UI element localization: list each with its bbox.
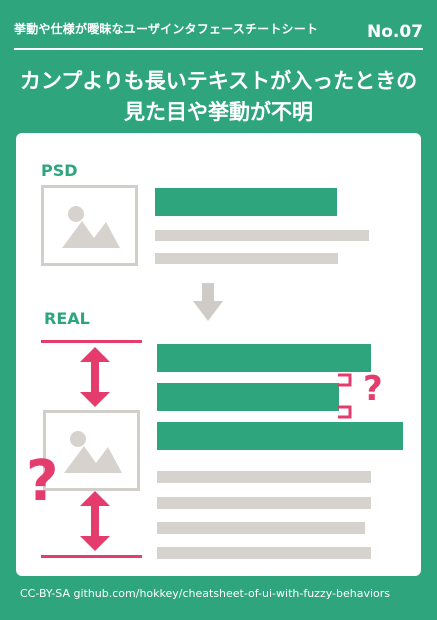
- real-text-line-4: [157, 547, 371, 559]
- real-label: REAL: [44, 309, 90, 328]
- image-icon: [64, 431, 122, 473]
- page-title: カンプよりも長いテキストが入ったときの 見た目や挙動が不明: [0, 66, 437, 128]
- header-divider: [14, 48, 423, 50]
- real-heading-bar-2: [157, 383, 339, 411]
- question-mark-large: ?: [26, 449, 59, 514]
- footer-credit: CC-BY-SA github.com/hokkey/cheatsheet-of…: [20, 587, 391, 600]
- diagram-card: PSD REAL ? ?: [16, 133, 421, 576]
- psd-image-placeholder: [41, 185, 138, 266]
- psd-text-line-2: [155, 253, 338, 264]
- title-line-2: 見た目や挙動が不明: [124, 100, 313, 124]
- down-arrow-icon: [193, 283, 223, 321]
- real-text-line-3: [157, 522, 365, 534]
- question-mark-small: ?: [363, 369, 383, 409]
- sheet-number: No.07: [366, 22, 423, 42]
- top-boundary-line: [41, 340, 142, 343]
- psd-label: PSD: [41, 161, 78, 180]
- height-arrow-top-icon: [80, 347, 110, 407]
- header-label: 挙動や仕様が曖昧なユーザインタフェースチートシート: [14, 22, 319, 36]
- real-text-line-1: [157, 471, 371, 483]
- psd-heading-bar: [155, 188, 337, 216]
- height-arrow-bottom-icon: [80, 491, 110, 551]
- real-text-line-2: [157, 497, 371, 509]
- title-line-1: カンプよりも長いテキストが入ったときの: [19, 69, 418, 93]
- bottom-boundary-line: [41, 555, 142, 558]
- real-heading-bar-3: [157, 422, 403, 450]
- image-icon: [62, 206, 120, 248]
- real-heading-bar-1: [157, 344, 371, 372]
- psd-text-line-1: [155, 230, 369, 241]
- overflow-bracket-icon: [338, 373, 352, 419]
